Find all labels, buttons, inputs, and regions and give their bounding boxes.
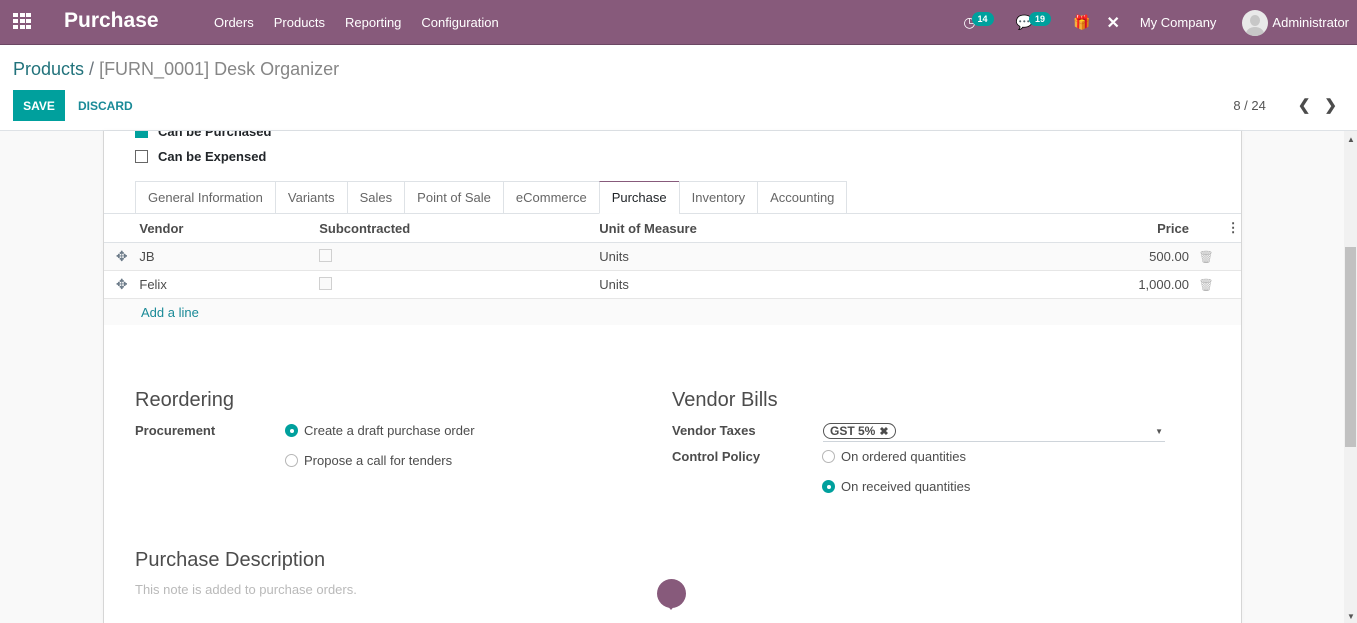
control-policy-received[interactable]: On received quantities: [822, 479, 970, 494]
reordering-title: Reordering: [135, 389, 234, 411]
messages-count-badge: 19: [1028, 11, 1051, 26]
pager-previous-button[interactable]: ❮: [1298, 96, 1311, 114]
activity-button[interactable]: ◷ 14: [963, 11, 994, 31]
uom-cell[interactable]: Units: [599, 277, 1041, 292]
control-policy-label: Control Policy: [672, 449, 761, 464]
scroll-down-arrow-icon[interactable]: ▼: [1347, 612, 1355, 621]
menu-item-configuration[interactable]: Configuration: [411, 15, 508, 30]
header-price[interactable]: Price: [1042, 221, 1189, 236]
tab-purchase[interactable]: Purchase: [598, 181, 679, 214]
radio-unselected[interactable]: [285, 454, 298, 467]
apps-menu-icon[interactable]: [13, 13, 31, 29]
avatar: [1242, 9, 1269, 36]
header-vendor[interactable]: Vendor: [139, 221, 319, 236]
procurement-option-draft-po[interactable]: Create a draft purchase order: [285, 423, 475, 438]
add-line-row: Add a line: [104, 299, 1241, 325]
pager: 8 / 24 ❮ ❯: [1233, 96, 1337, 114]
optional-columns-icon[interactable]: ⋮: [1223, 220, 1241, 236]
procurement-option-call-for-tenders[interactable]: Propose a call for tenders: [285, 453, 452, 468]
scroll-up-arrow-icon[interactable]: ▲: [1347, 135, 1355, 144]
tab-point-of-sale[interactable]: Point of Sale: [404, 181, 503, 214]
user-menu[interactable]: Administrator: [1242, 9, 1349, 36]
menu-item-products[interactable]: Products: [264, 15, 335, 30]
tab-general-information[interactable]: General Information: [135, 181, 275, 214]
app-name[interactable]: Purchase: [64, 9, 159, 33]
company-switcher[interactable]: My Company: [1140, 15, 1217, 30]
dropdown-caret-icon[interactable]: ▼: [1155, 427, 1163, 436]
save-button[interactable]: SAVE: [13, 90, 65, 121]
vendor-pricelist-table: Vendor Subcontracted Unit of Measure Pri…: [104, 214, 1241, 325]
can-be-expensed-field[interactable]: Can be Expensed: [135, 149, 266, 164]
debug-tools-button[interactable]: ✕: [1106, 13, 1119, 33]
table-row[interactable]: ✥ JB Units 500.00 🗑: [104, 243, 1241, 271]
can-be-expensed-label: Can be Expensed: [158, 149, 267, 164]
vendor-bills-title: Vendor Bills: [672, 389, 778, 411]
price-cell[interactable]: 1,000.00: [1042, 277, 1189, 292]
tab-ecommerce[interactable]: eCommerce: [502, 181, 599, 214]
table-row[interactable]: ✥ Felix Units 1,000.00 🗑: [104, 271, 1241, 299]
remove-tag-icon[interactable]: ✖: [879, 425, 888, 438]
tools-icon: ✕: [1106, 14, 1120, 32]
can-be-purchased-field[interactable]: Can be Purchased: [135, 131, 271, 139]
drag-handle-icon[interactable]: ✥: [104, 248, 139, 265]
discard-button[interactable]: DISCARD: [70, 90, 141, 121]
header-unit-of-measure[interactable]: Unit of Measure: [599, 221, 1041, 236]
can-be-purchased-label: Can be Purchased: [158, 131, 272, 139]
table-header: Vendor Subcontracted Unit of Measure Pri…: [104, 214, 1241, 243]
gift-icon: 🎁: [1073, 14, 1091, 30]
purchase-description-input[interactable]: This note is added to purchase orders.: [135, 582, 357, 597]
pager-next-button[interactable]: ❯: [1324, 96, 1337, 114]
vendor-taxes-field[interactable]: GST 5% ✖ ▼: [823, 421, 1165, 442]
pager-value[interactable]: 8 / 24: [1233, 98, 1266, 113]
top-navbar: Purchase Orders Products Reporting Confi…: [0, 0, 1357, 45]
user-name: Administrator: [1272, 15, 1349, 30]
tab-variants[interactable]: Variants: [274, 181, 347, 214]
scrollbar[interactable]: ▲ ▼: [1344, 131, 1357, 623]
subcontracted-checkbox[interactable]: [319, 248, 333, 262]
control-panel: Products / [FURN_0001] Desk Organizer SAVE…: [0, 45, 1357, 131]
gift-button[interactable]: 🎁: [1073, 14, 1090, 31]
form-sheet: Can be Purchased Can be Expensed General…: [103, 131, 1242, 623]
can-be-expensed-checkbox[interactable]: [135, 150, 148, 163]
radio-selected[interactable]: [822, 480, 835, 493]
messages-button[interactable]: 💬 19: [1016, 11, 1051, 31]
breadcrumb-current: [FURN_0001] Desk Organizer: [99, 59, 340, 79]
trash-icon[interactable]: 🗑: [1189, 278, 1223, 292]
activity-count-badge: 14: [971, 11, 994, 26]
tab-sales[interactable]: Sales: [346, 181, 405, 214]
can-be-purchased-checkbox[interactable]: [135, 131, 148, 138]
radio-selected[interactable]: [285, 424, 298, 437]
radio-unselected[interactable]: [822, 450, 835, 463]
tab-accounting[interactable]: Accounting: [757, 181, 848, 214]
trash-icon[interactable]: 🗑: [1189, 250, 1223, 264]
systray: ◷ 14 💬 19 🎁 ✕ My Company Administrator: [963, 0, 1357, 45]
uom-cell[interactable]: Units: [599, 249, 1041, 264]
menu-item-orders[interactable]: Orders: [204, 15, 264, 30]
company-name: My Company: [1139, 15, 1217, 30]
notebook-tabs: General Information Variants Sales Point…: [135, 181, 848, 214]
subcontracted-checkbox[interactable]: [319, 276, 333, 290]
main-menu: Orders Products Reporting Configuration: [204, 0, 509, 45]
breadcrumb: Products / [FURN_0001] Desk Organizer: [13, 59, 339, 80]
breadcrumb-separator: /: [89, 59, 95, 79]
purchase-description-title: Purchase Description: [135, 549, 326, 571]
header-subcontracted[interactable]: Subcontracted: [319, 221, 599, 236]
tax-tag: GST 5% ✖: [823, 423, 896, 439]
menu-item-reporting[interactable]: Reporting: [335, 15, 411, 30]
add-a-line-link[interactable]: Add a line: [141, 305, 199, 320]
tab-inventory[interactable]: Inventory: [678, 181, 758, 214]
chat-bubble-icon[interactable]: [657, 579, 686, 610]
scrollbar-thumb[interactable]: [1345, 247, 1356, 447]
drag-handle-icon[interactable]: ✥: [104, 276, 139, 293]
control-policy-ordered[interactable]: On ordered quantities: [822, 449, 966, 464]
vendor-cell[interactable]: Felix: [139, 277, 319, 292]
vendor-cell[interactable]: JB: [139, 249, 319, 264]
price-cell[interactable]: 500.00: [1042, 249, 1189, 264]
breadcrumb-products-link[interactable]: Products: [13, 59, 84, 79]
procurement-label: Procurement: [135, 423, 216, 438]
vendor-taxes-label: Vendor Taxes: [672, 423, 756, 438]
